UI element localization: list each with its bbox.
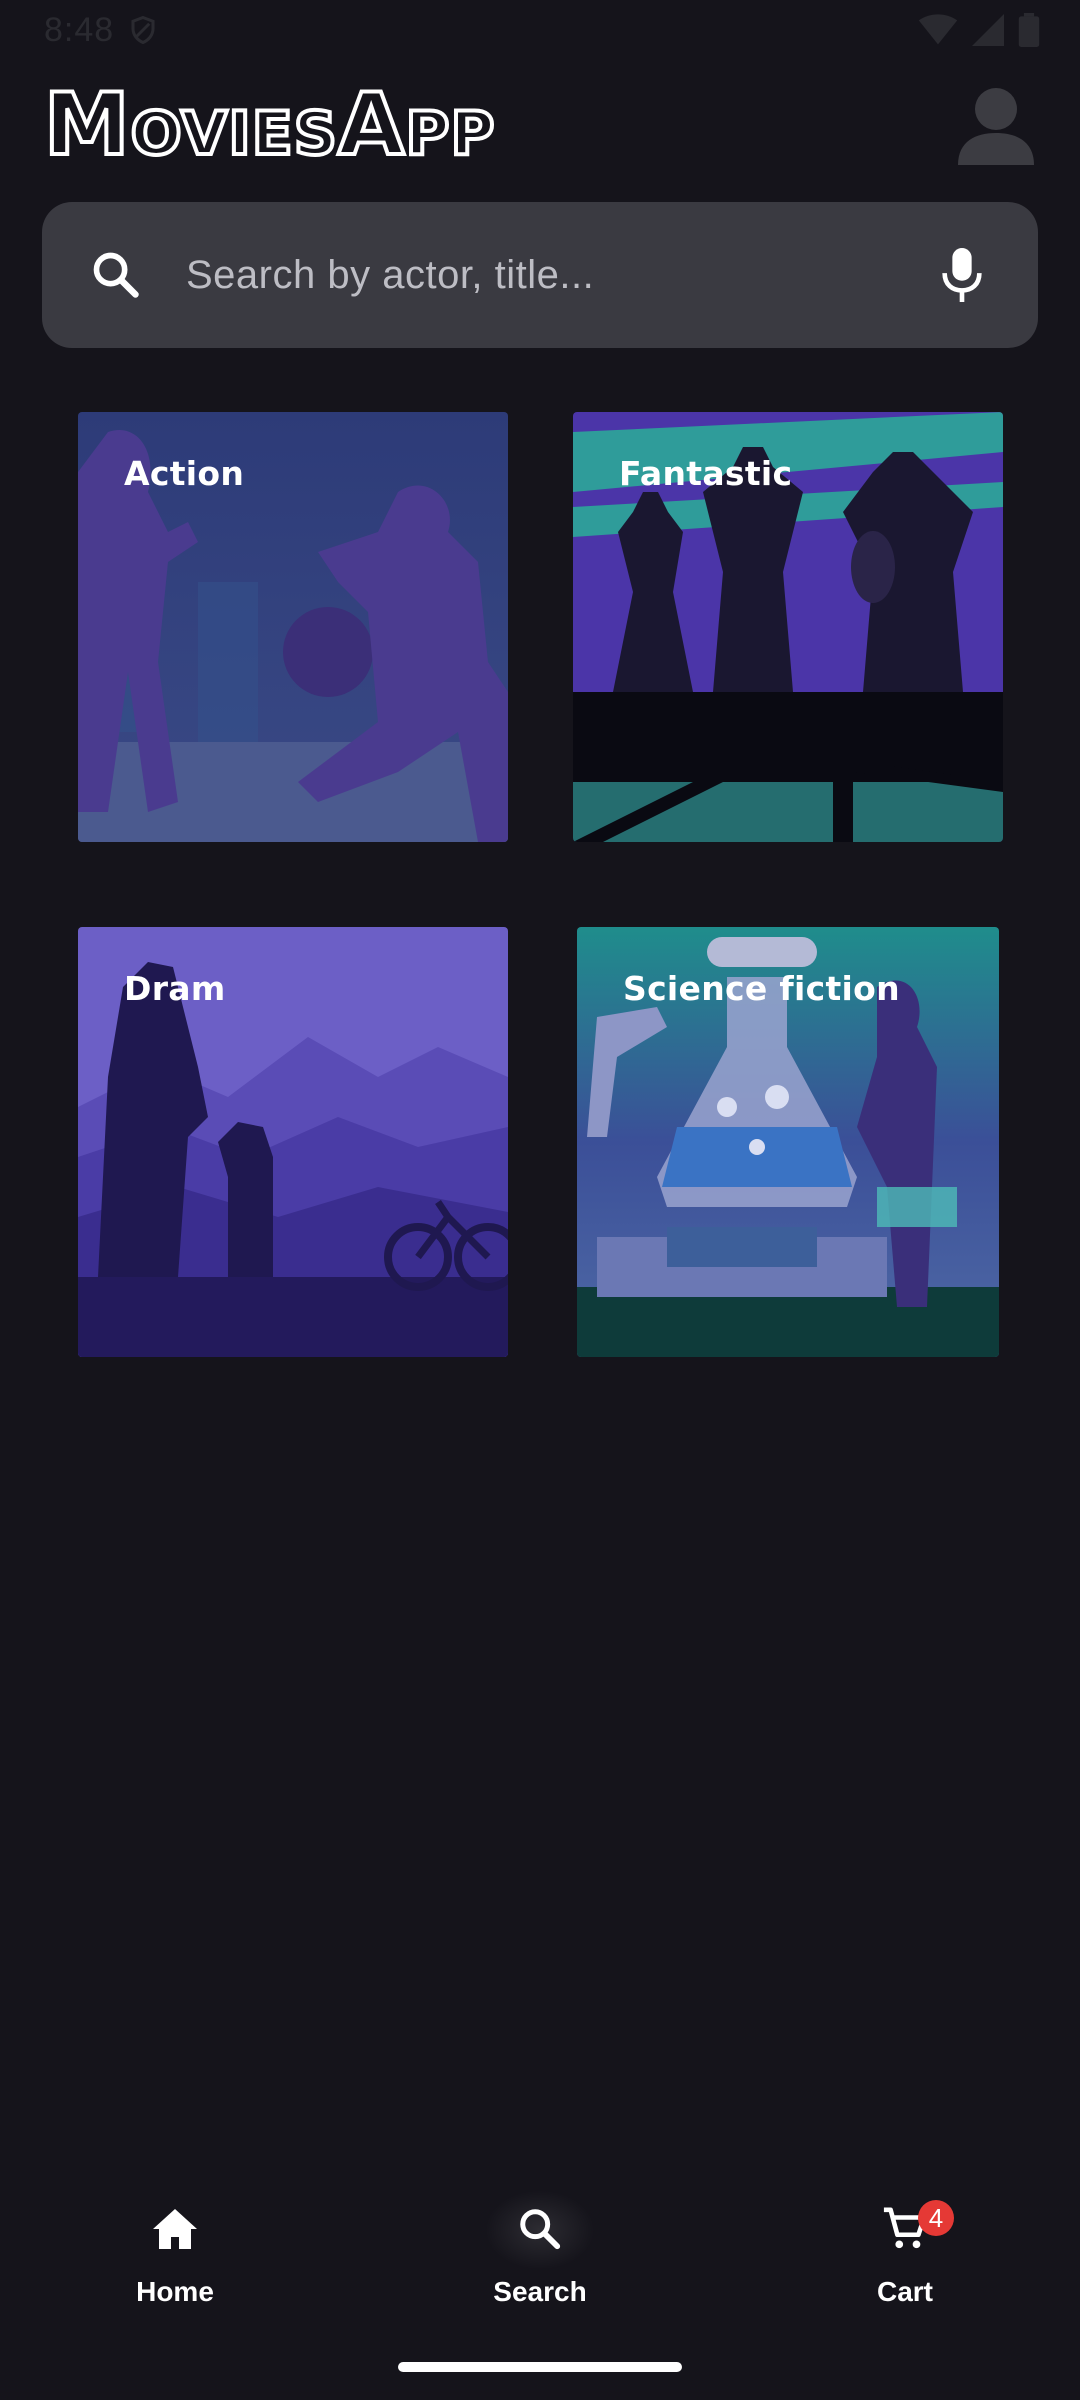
- category-card-science-fiction[interactable]: Science fiction: [577, 927, 999, 1357]
- nav-search-label: Search: [493, 2276, 587, 2307]
- home-indicator[interactable]: [398, 2362, 682, 2372]
- nav-cart-label: Cart: [876, 2276, 933, 2307]
- category-label: Science fiction: [623, 969, 900, 1008]
- category-grid: Action Fantastic Dram Science fiction: [0, 0, 1080, 1400]
- nav-search[interactable]: Search: [415, 2170, 665, 2340]
- nav-home-label: Home: [136, 2276, 214, 2307]
- home-icon: [153, 2209, 197, 2249]
- search-icon: [520, 2209, 561, 2250]
- category-card-dram[interactable]: Dram: [78, 927, 508, 1357]
- category-label: Dram: [124, 969, 226, 1008]
- nav-cart[interactable]: 4 Cart: [780, 2170, 1030, 2340]
- cart-badge: 4: [918, 2200, 954, 2236]
- bottom-nav: Home Search 4 Cart: [0, 2170, 1080, 2340]
- category-label: Action: [124, 454, 245, 493]
- category-card-fantastic[interactable]: Fantastic: [573, 412, 1003, 842]
- nav-home[interactable]: Home: [50, 2170, 300, 2340]
- category-card-action[interactable]: Action: [78, 412, 508, 842]
- category-label: Fantastic: [619, 454, 793, 493]
